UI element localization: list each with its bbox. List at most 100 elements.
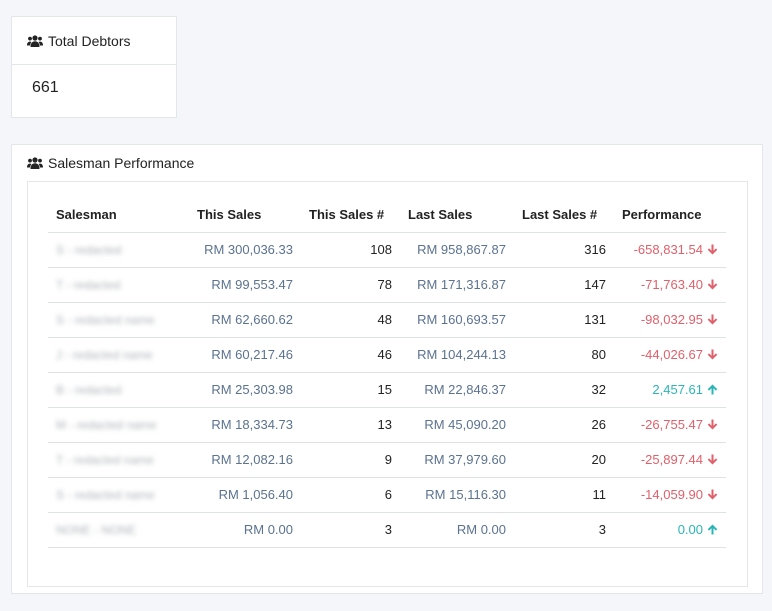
performance-value: -25,897.44 <box>640 452 703 467</box>
salesman-name: T - redacted name <box>56 453 154 467</box>
this-sales-count-cell: 3 <box>301 512 400 548</box>
arrow-down-icon <box>707 419 718 430</box>
this-sales-cell: RM 12,082.16 <box>189 442 301 478</box>
salesman-name-cell: S - redacted name <box>48 477 189 513</box>
performance-cell: -14,059.90 <box>614 477 726 513</box>
this-sales-count-cell: 78 <box>301 267 400 303</box>
last-sales-cell: RM 0.00 <box>400 512 514 548</box>
salesman-name-cell: S - redacted <box>48 232 189 268</box>
table-row: T - redacted RM 99,553.47 78 RM 171,316.87 1… <box>48 267 726 303</box>
salesman-name: S - redacted <box>56 243 122 257</box>
column-header-performance[interactable]: Performance <box>614 197 726 233</box>
salesman-performance-card: Salesman Performance Salesman This Sales… <box>11 144 763 594</box>
performance-value: -26,755.47 <box>640 417 703 432</box>
salesman-name-cell: M - redacted name <box>48 407 189 443</box>
salesman-performance-header: Salesman Performance <box>12 145 762 181</box>
this-sales-cell: RM 18,334.73 <box>189 407 301 443</box>
this-sales-cell: RM 0.00 <box>189 512 301 548</box>
last-sales-cell: RM 15,116.30 <box>400 477 514 513</box>
salesman-name-cell: J - redacted name <box>48 337 189 373</box>
arrow-down-icon <box>707 489 718 500</box>
users-icon <box>27 34 43 47</box>
table-row: NONE - NONE RM 0.00 3 RM 0.00 3 0.00 <box>48 512 726 548</box>
salesman-name-cell: S - redacted name <box>48 302 189 338</box>
table-row: S - redacted name RM 62,660.62 48 RM 160,69… <box>48 302 726 338</box>
total-debtors-value: 661 <box>32 79 59 96</box>
this-sales-count-cell: 108 <box>301 232 400 268</box>
total-debtors-header: Total Debtors <box>12 17 176 65</box>
last-sales-count-cell: 32 <box>514 372 614 408</box>
last-sales-count-cell: 316 <box>514 232 614 268</box>
this-sales-count-cell: 15 <box>301 372 400 408</box>
arrow-down-icon <box>707 279 718 290</box>
column-header-this-sales-count[interactable]: This Sales # <box>301 197 400 233</box>
performance-cell: -26,755.47 <box>614 407 726 443</box>
salesman-name: T - redacted <box>56 278 121 292</box>
salesman-performance-title: Salesman Performance <box>48 155 195 171</box>
performance-cell: -658,831.54 <box>614 232 726 268</box>
table-body: S - redacted RM 300,036.33 108 RM 958,867.8… <box>48 232 726 548</box>
salesman-name-cell: B - redacted <box>48 372 189 408</box>
performance-cell: 0.00 <box>614 512 726 548</box>
this-sales-cell: RM 25,303.98 <box>189 372 301 408</box>
salesman-name: J - redacted name <box>56 348 153 362</box>
last-sales-cell: RM 45,090.20 <box>400 407 514 443</box>
this-sales-cell: RM 99,553.47 <box>189 267 301 303</box>
last-sales-cell: RM 958,867.87 <box>400 232 514 268</box>
performance-table-container: Salesman This Sales This Sales # Last Sa… <box>27 181 748 587</box>
this-sales-count-cell: 46 <box>301 337 400 373</box>
last-sales-count-cell: 20 <box>514 442 614 478</box>
table-header-row: Salesman This Sales This Sales # Last Sa… <box>48 197 726 233</box>
total-debtors-card: Total Debtors 661 <box>11 16 177 118</box>
last-sales-cell: RM 104,244.13 <box>400 337 514 373</box>
arrow-up-icon <box>707 524 718 535</box>
table-row: J - redacted name RM 60,217.46 46 RM 104,24… <box>48 337 726 373</box>
performance-value: -71,763.40 <box>640 277 703 292</box>
last-sales-count-cell: 80 <box>514 337 614 373</box>
this-sales-count-cell: 48 <box>301 302 400 338</box>
this-sales-cell: RM 1,056.40 <box>189 477 301 513</box>
table-row: S - redacted RM 300,036.33 108 RM 958,867.8… <box>48 232 726 268</box>
table-row: M - redacted name RM 18,334.73 13 RM 45,090… <box>48 407 726 443</box>
last-sales-cell: RM 160,693.57 <box>400 302 514 338</box>
performance-value: 0.00 <box>677 522 703 537</box>
performance-cell: -25,897.44 <box>614 442 726 478</box>
column-header-last-sales[interactable]: Last Sales <box>400 197 514 233</box>
this-sales-cell: RM 62,660.62 <box>189 302 301 338</box>
arrow-up-icon <box>707 384 718 395</box>
last-sales-cell: RM 37,979.60 <box>400 442 514 478</box>
users-icon <box>27 157 43 169</box>
salesman-name: NONE - NONE <box>56 523 137 537</box>
table-row: B - redacted RM 25,303.98 15 RM 22,846.37 32… <box>48 372 726 408</box>
this-sales-count-cell: 13 <box>301 407 400 443</box>
salesman-name: B - redacted <box>56 383 122 397</box>
salesman-name: M - redacted name <box>56 418 157 432</box>
arrow-down-icon <box>707 454 718 465</box>
performance-value: 2,457.61 <box>652 382 703 397</box>
performance-value: -98,032.95 <box>640 312 703 327</box>
performance-cell: -44,026.67 <box>614 337 726 373</box>
performance-cell: -71,763.40 <box>614 267 726 303</box>
last-sales-cell: RM 171,316.87 <box>400 267 514 303</box>
total-debtors-title: Total Debtors <box>48 32 131 49</box>
this-sales-count-cell: 9 <box>301 442 400 478</box>
table-row: T - redacted name RM 12,082.16 9 RM 37,979.… <box>48 442 726 478</box>
performance-value: -658,831.54 <box>633 242 703 257</box>
arrow-down-icon <box>707 244 718 255</box>
last-sales-count-cell: 3 <box>514 512 614 548</box>
performance-value: -44,026.67 <box>640 347 703 362</box>
salesman-performance-table: Salesman This Sales This Sales # Last Sa… <box>48 197 726 548</box>
salesman-name: S - redacted name <box>56 313 155 327</box>
last-sales-count-cell: 26 <box>514 407 614 443</box>
column-header-salesman[interactable]: Salesman <box>48 197 189 233</box>
salesman-name-cell: T - redacted <box>48 267 189 303</box>
column-header-this-sales[interactable]: This Sales <box>189 197 301 233</box>
salesman-name-cell: NONE - NONE <box>48 512 189 548</box>
salesman-name: S - redacted name <box>56 488 155 502</box>
last-sales-count-cell: 147 <box>514 267 614 303</box>
this-sales-cell: RM 300,036.33 <box>189 232 301 268</box>
column-header-last-sales-count[interactable]: Last Sales # <box>514 197 614 233</box>
last-sales-count-cell: 131 <box>514 302 614 338</box>
last-sales-count-cell: 11 <box>514 477 614 513</box>
this-sales-cell: RM 60,217.46 <box>189 337 301 373</box>
